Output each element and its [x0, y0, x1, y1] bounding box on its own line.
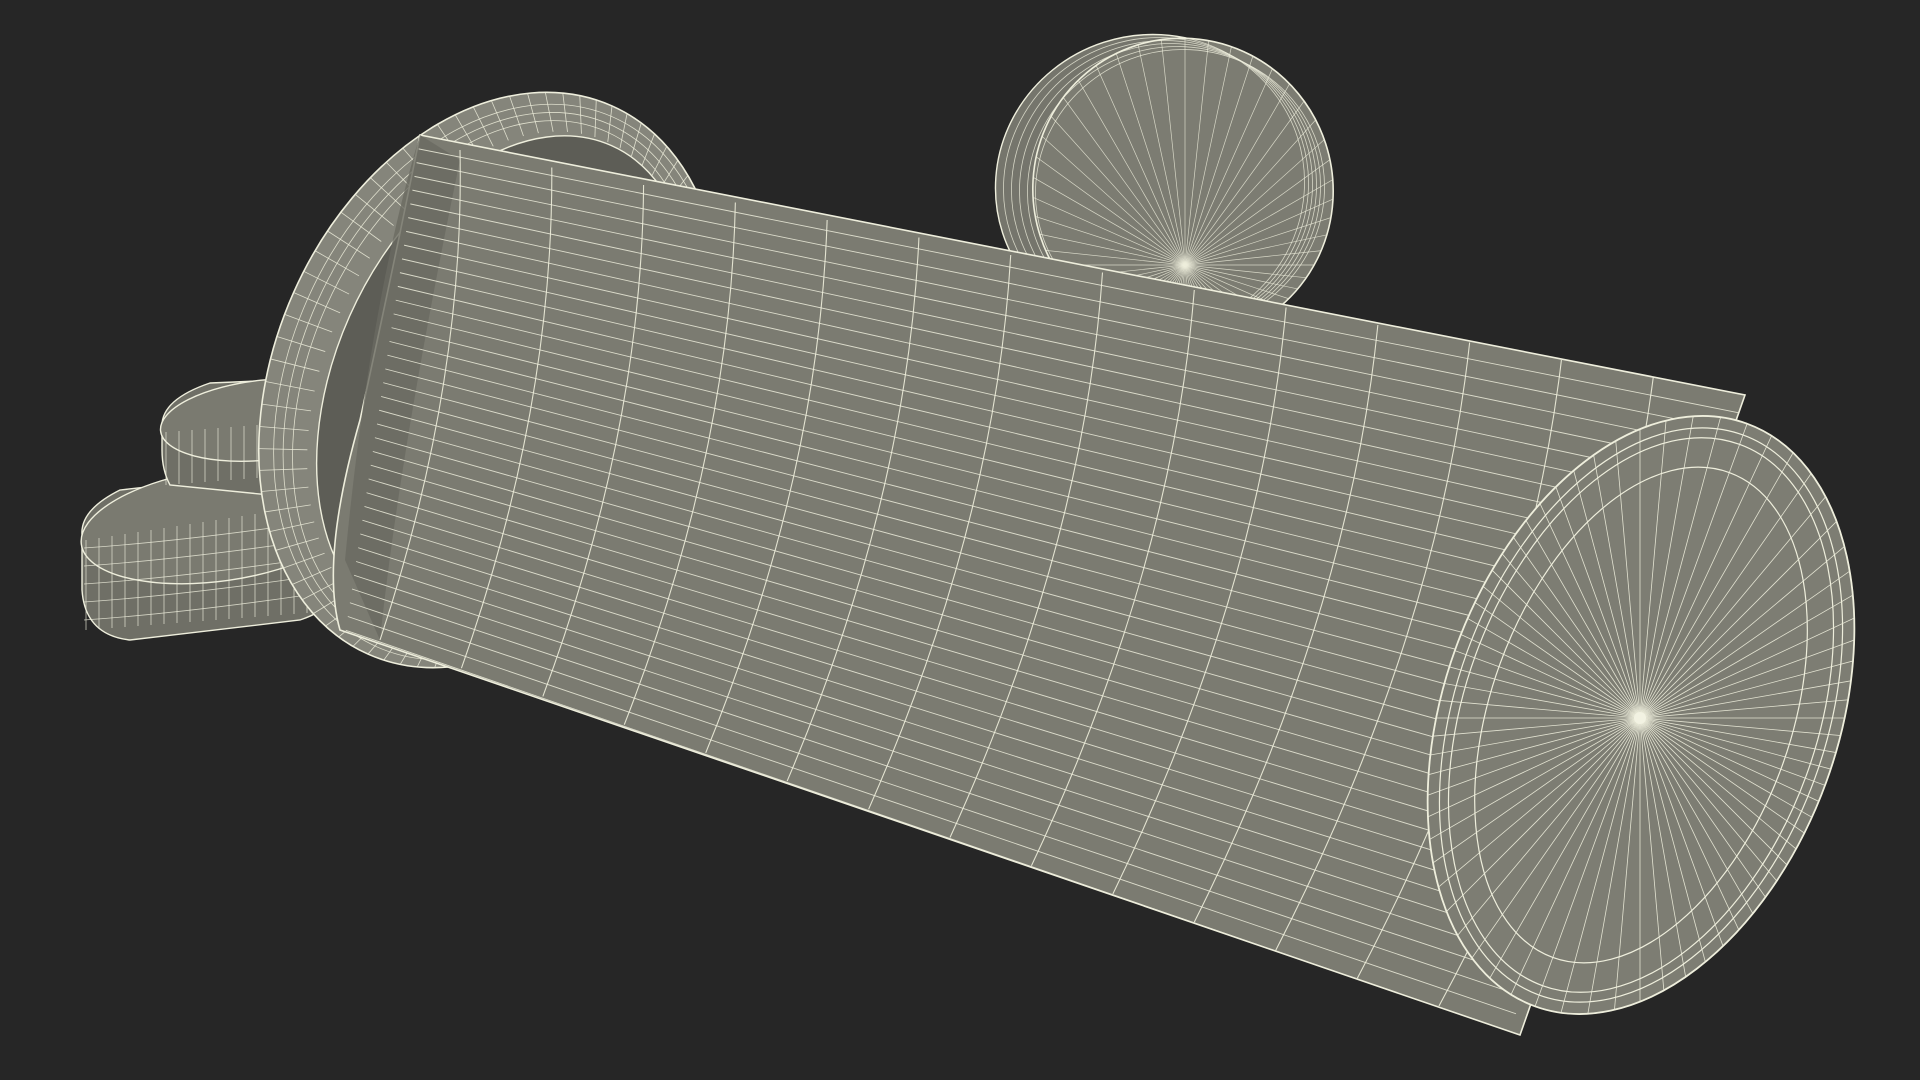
wireframe-render — [0, 0, 1920, 1080]
render-viewport — [0, 0, 1920, 1080]
cap-center — [1634, 712, 1646, 724]
